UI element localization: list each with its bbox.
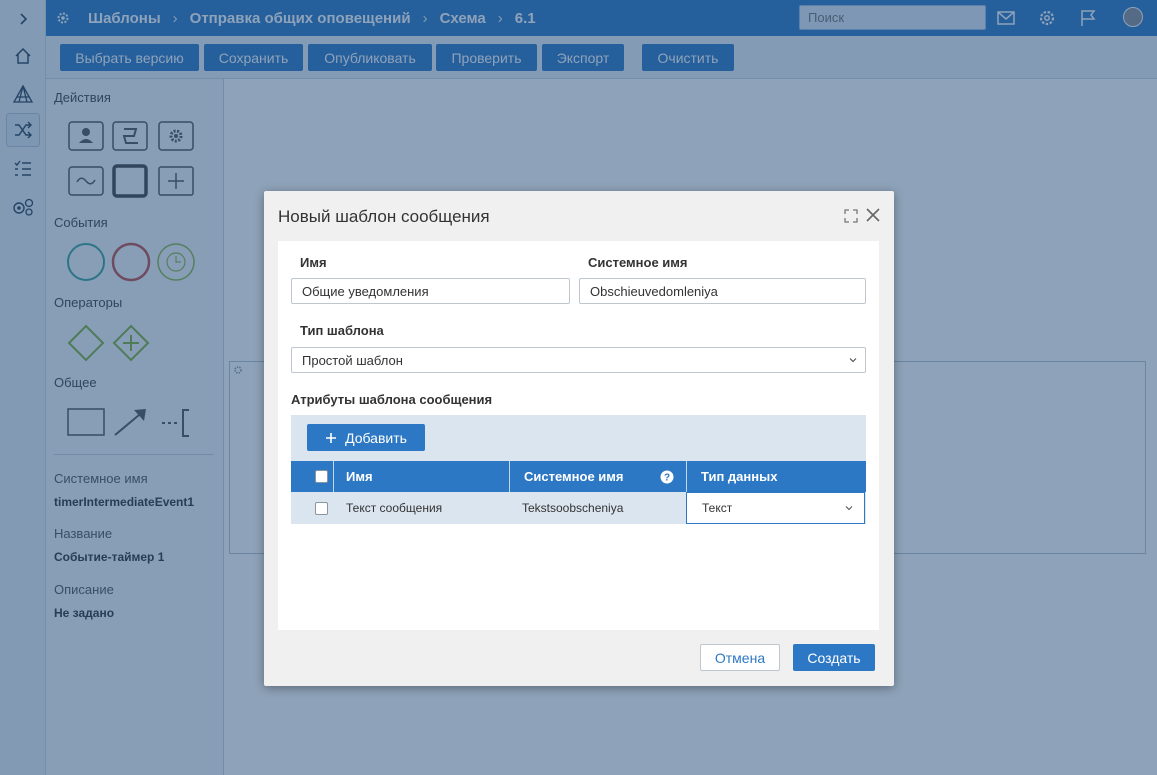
create-button[interactable]: Создать (793, 644, 875, 671)
chevron-down-icon (845, 506, 853, 511)
template-type-select[interactable]: Простой шаблон (291, 347, 866, 373)
row-datatype-value: Текст (702, 501, 733, 515)
sysname-field[interactable] (579, 278, 866, 304)
close-icon[interactable] (865, 207, 881, 223)
attributes-panel: Добавить Имя Системное имя ? Тип данных (291, 415, 866, 524)
plus-icon (326, 432, 337, 443)
sysname-label: Системное имя (588, 255, 688, 270)
add-attribute-label: Добавить (345, 429, 407, 446)
grid-header: Имя Системное имя ? Тип данных (291, 461, 866, 492)
row-datatype-select[interactable]: Текст (686, 492, 865, 524)
dialog-title: Новый шаблон сообщения (278, 207, 490, 226)
expand-icon[interactable] (844, 209, 858, 223)
select-all-checkbox[interactable] (315, 461, 329, 492)
row-checkbox[interactable] (315, 492, 328, 524)
table-row[interactable]: Текст сообщения Tekstsoobscheniya Текст (291, 492, 866, 524)
row-name: Текст сообщения (346, 501, 443, 515)
help-icon[interactable]: ? (660, 461, 674, 492)
name-label: Имя (300, 255, 327, 270)
svg-text:?: ? (664, 472, 670, 483)
column-header-datatype[interactable]: Тип данных (701, 461, 777, 492)
row-sysname: Tekstsoobscheniya (522, 501, 624, 515)
dialog-body: Имя Системное имя Тип шаблона Простой ша… (278, 241, 879, 630)
new-template-dialog: Новый шаблон сообщения Имя Системное имя… (264, 191, 894, 686)
name-field[interactable] (291, 278, 570, 304)
column-header-name[interactable]: Имя (346, 461, 373, 492)
cancel-button[interactable]: Отмена (700, 644, 780, 671)
add-attribute-button[interactable]: Добавить (307, 424, 425, 451)
attributes-label: Атрибуты шаблона сообщения (291, 392, 493, 407)
chevron-down-icon (849, 358, 857, 363)
template-type-value: Простой шаблон (302, 352, 403, 368)
template-type-label: Тип шаблона (300, 323, 384, 338)
column-header-sysname[interactable]: Системное имя (524, 461, 623, 492)
